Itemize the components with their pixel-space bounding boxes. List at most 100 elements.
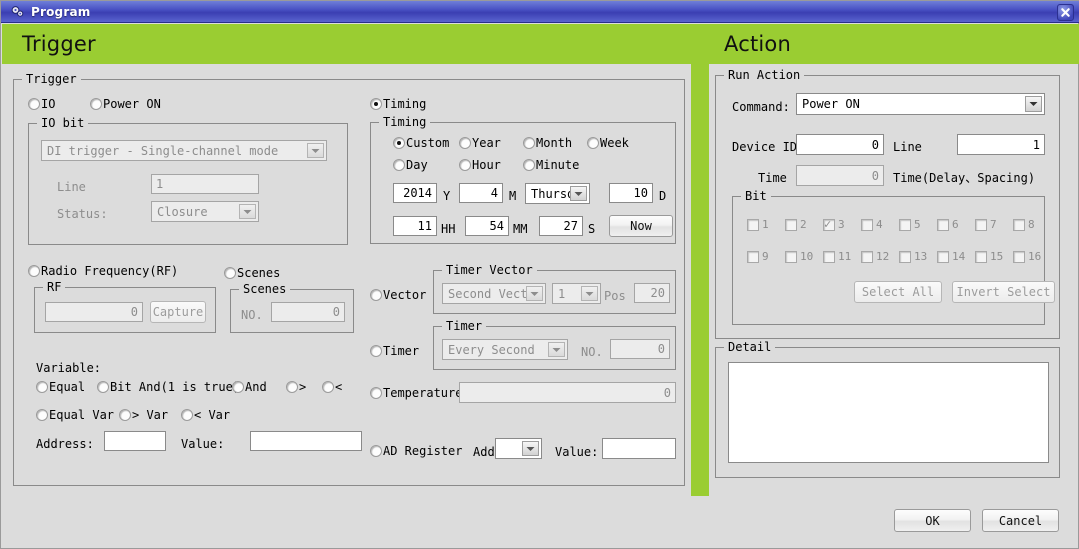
chevron-down-icon	[522, 441, 539, 456]
timing-weekday-combo[interactable]: Thursd	[525, 183, 590, 204]
timing-second-input[interactable]: 27	[539, 216, 583, 236]
io-line-input[interactable]: 1	[151, 174, 259, 194]
bit-checkbox-16[interactable]: 16	[1013, 251, 1041, 263]
ad-register-add-combo[interactable]	[495, 438, 542, 459]
bit-checkbox-6[interactable]: 6	[937, 219, 959, 231]
radio-timing-minute[interactable]: Minute	[523, 159, 579, 171]
command-combo[interactable]: Power ON	[796, 93, 1045, 115]
chevron-down-icon	[581, 286, 598, 301]
radio-var-equal[interactable]: Equal	[36, 381, 85, 393]
invert-select-button[interactable]: Invert Select	[952, 281, 1055, 303]
radio-dot	[181, 409, 193, 421]
ad-register-value-input[interactable]	[602, 438, 676, 459]
timer-vector-groupbox-label: Timer Vector	[442, 263, 537, 277]
radio-dot	[370, 98, 382, 110]
timing-day-input[interactable]: 10	[609, 183, 653, 203]
temperature-value: 0	[663, 385, 671, 400]
radio-timing-week[interactable]: Week	[587, 137, 629, 149]
radio-timing-hour-label: Hour	[472, 158, 501, 172]
checkbox-box	[975, 219, 987, 231]
device-id-input[interactable]: 0	[796, 134, 884, 155]
radio-timing-custom-label: Custom	[406, 136, 450, 150]
bit-checkbox-7[interactable]: 7	[975, 219, 997, 231]
action-time-hint: Time(Delay、Spacing)	[893, 171, 1036, 185]
temperature-input[interactable]: 0	[459, 382, 676, 403]
radio-var-greater[interactable]: >	[286, 381, 306, 393]
radio-power-on-label: Power ON	[103, 97, 161, 111]
bit-checkbox-4[interactable]: 4	[861, 219, 883, 231]
radio-power-on[interactable]: Power ON	[90, 98, 161, 110]
program-dialog: Program Trigger Action Trigger IO Power …	[0, 0, 1079, 549]
close-icon[interactable]	[1057, 4, 1074, 21]
radio-var-equal-var[interactable]: Equal Var	[36, 409, 114, 421]
action-line-input[interactable]: 1	[957, 134, 1045, 155]
chevron-down-icon	[526, 286, 543, 301]
timer-no-input[interactable]: 0	[610, 339, 670, 359]
capture-button[interactable]: Capture	[150, 301, 206, 323]
radio-var-and[interactable]: And	[232, 381, 267, 393]
io-status-combo[interactable]: Closure	[151, 201, 259, 222]
bit-checkbox-14[interactable]: 14	[937, 251, 965, 263]
bit-checkbox-9-label: 9	[762, 250, 769, 263]
radio-timer[interactable]: Timer	[370, 345, 419, 357]
bit-checkbox-3[interactable]: 3	[823, 217, 845, 231]
timer-interval-combo[interactable]: Every Second	[442, 339, 568, 360]
timing-hour-input[interactable]: 11	[393, 216, 437, 236]
bit-checkbox-8[interactable]: 8	[1013, 219, 1035, 231]
radio-timing-custom[interactable]: Custom	[393, 137, 449, 149]
radio-vector[interactable]: Vector	[370, 289, 426, 301]
timing-second-unit: S	[588, 222, 596, 236]
radio-dot	[370, 289, 382, 301]
vector-index-combo[interactable]: 1	[552, 283, 601, 304]
timing-year-input[interactable]: 2014	[393, 183, 437, 203]
variable-value-input[interactable]	[250, 431, 362, 451]
radio-var-less-var[interactable]: < Var	[181, 409, 230, 421]
scenes-groupbox-label: Scenes	[239, 282, 291, 296]
bit-checkbox-11[interactable]: 11	[823, 251, 851, 263]
timing-minute-input[interactable]: 54	[465, 216, 509, 236]
timing-minute-unit: MM	[513, 222, 528, 236]
chevron-down-icon	[307, 143, 324, 158]
radio-timing-hour[interactable]: Hour	[459, 159, 501, 171]
variable-address-input[interactable]	[104, 431, 166, 451]
radio-temperature[interactable]: Temperature	[370, 387, 462, 399]
radio-var-less[interactable]: <	[322, 381, 342, 393]
radio-timing-month[interactable]: Month	[523, 137, 572, 149]
bit-checkbox-12[interactable]: 12	[861, 251, 889, 263]
radio-dot	[97, 381, 109, 393]
radio-timing-day[interactable]: Day	[393, 159, 428, 171]
io-bit-groupbox: IO bit DI trigger - Single-channel mode …	[28, 116, 348, 245]
action-time-input[interactable]: 0	[796, 165, 884, 186]
bit-checkbox-2[interactable]: 2	[785, 219, 807, 231]
bit-checkbox-10[interactable]: 10	[785, 251, 813, 263]
action-panel: Run Action Command: Power ON Device ID: …	[709, 64, 1072, 496]
now-button[interactable]: Now	[609, 215, 673, 237]
radio-radio-frequency[interactable]: Radio Frequency(RF)	[28, 265, 178, 277]
radio-var-greater-var[interactable]: > Var	[119, 409, 168, 421]
radio-timing-year[interactable]: Year	[459, 137, 501, 149]
variable-label: Variable:	[36, 361, 102, 375]
action-time-label: Time	[758, 171, 787, 185]
bit-checkbox-15[interactable]: 15	[975, 251, 1003, 263]
bit-checkbox-1[interactable]: 1	[747, 219, 769, 231]
cancel-button[interactable]: Cancel	[982, 509, 1059, 532]
trigger-panel: Trigger IO Power ON IO bit DI trigger - …	[9, 64, 691, 496]
radio-io[interactable]: IO	[28, 98, 55, 110]
scenes-no-input[interactable]: 0	[271, 302, 345, 322]
radio-scenes[interactable]: Scenes	[224, 267, 280, 279]
radio-timing[interactable]: Timing	[370, 98, 426, 110]
vector-pos-input[interactable]: 20	[634, 283, 670, 303]
bit-checkbox-9[interactable]: 9	[747, 251, 769, 263]
radio-var-bit-and[interactable]: Bit And(1 is true)	[97, 381, 240, 393]
bit-checkbox-5[interactable]: 5	[899, 219, 921, 231]
bit-checkbox-13[interactable]: 13	[899, 251, 927, 263]
ok-button[interactable]: OK	[894, 509, 971, 532]
timing-month-input[interactable]: 4	[459, 183, 503, 203]
select-all-button[interactable]: Select All	[854, 281, 942, 303]
vector-type-combo[interactable]: Second Vector	[442, 283, 546, 304]
io-mode-combo[interactable]: DI trigger - Single-channel mode	[41, 140, 327, 161]
bit-checkbox-7-label: 7	[990, 218, 997, 231]
rf-value-input[interactable]: 0	[45, 302, 143, 322]
detail-textarea[interactable]	[728, 362, 1049, 463]
radio-ad-register[interactable]: AD Register	[370, 445, 462, 457]
